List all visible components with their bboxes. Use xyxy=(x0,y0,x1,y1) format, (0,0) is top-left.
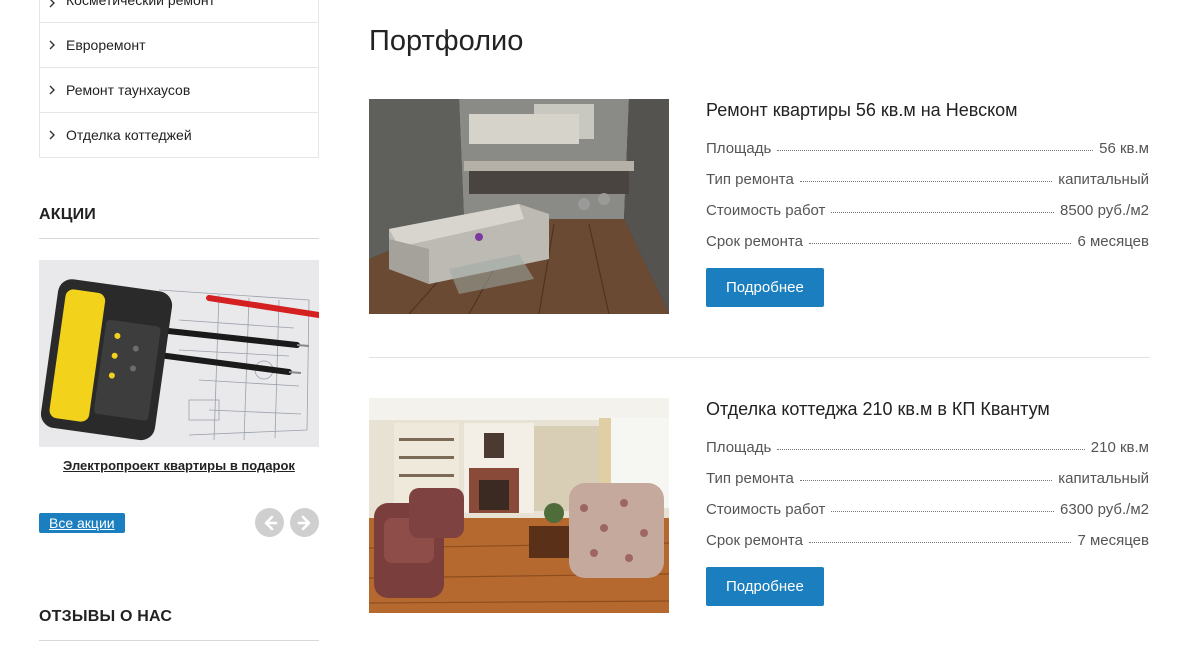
menu-item-label: Отделка коттеджей xyxy=(66,127,192,143)
reviews-heading: ОТЗЫВЫ О НАС xyxy=(39,608,319,641)
spec-value: 6300 руб./м2 xyxy=(1060,501,1149,518)
spec-label: Стоимость работ xyxy=(706,501,826,518)
all-promos-button[interactable]: Все акции xyxy=(39,513,125,533)
spec-leader xyxy=(831,511,1055,512)
spec-leader xyxy=(831,212,1055,213)
spec-value: 56 кв.м xyxy=(1099,140,1149,157)
spec-leader xyxy=(777,449,1085,450)
menu-item-cosmetic[interactable]: Косметический ремонт xyxy=(40,0,318,22)
spec-label: Площадь xyxy=(706,439,772,456)
arrow-left-icon[interactable] xyxy=(255,508,284,537)
chevron-right-icon xyxy=(48,85,66,95)
menu-item-townhouses[interactable]: Ремонт таунхаусов xyxy=(40,67,318,112)
menu-item-label: Евроремонт xyxy=(66,37,146,53)
spec-value: капитальный xyxy=(1058,171,1149,188)
arrow-right-icon[interactable] xyxy=(290,508,319,537)
spec-area: Площадь 56 кв.м xyxy=(706,126,1149,157)
menu-item-cottages[interactable]: Отделка коттеджей xyxy=(40,112,318,157)
portfolio-info: Ремонт квартиры 56 кв.м на Невском Площа… xyxy=(706,99,1149,307)
spec-leader xyxy=(799,480,1053,481)
portfolio-title[interactable]: Ремонт квартиры 56 кв.м на Невском xyxy=(706,100,1149,126)
portfolio-info: Отделка коттеджа 210 кв.м в КП Квантум П… xyxy=(706,398,1149,606)
spec-value: 210 кв.м xyxy=(1090,439,1149,456)
spec-leader xyxy=(808,542,1072,543)
spec-value: 8500 руб./м2 xyxy=(1060,202,1149,219)
spec-leader xyxy=(808,243,1072,244)
details-button[interactable]: Подробнее xyxy=(706,268,824,307)
spec-label: Стоимость работ xyxy=(706,202,826,219)
spec-duration: Срок ремонта 7 месяцев xyxy=(706,518,1149,549)
spec-leader xyxy=(799,181,1053,182)
spec-label: Срок ремонта xyxy=(706,532,803,549)
portfolio-title[interactable]: Отделка коттеджа 210 кв.м в КП Квантум xyxy=(706,399,1149,425)
promo-item-link[interactable]: Электропроект квартиры в подарок xyxy=(39,458,319,474)
page-title: Портфолио xyxy=(369,25,524,57)
portfolio-photo[interactable] xyxy=(369,398,669,613)
spec-label: Площадь xyxy=(706,140,772,157)
spec-cost: Стоимость работ 8500 руб./м2 xyxy=(706,188,1149,219)
spec-label: Тип ремонта xyxy=(706,470,794,487)
spec-area: Площадь 210 кв.м xyxy=(706,425,1149,456)
menu-item-euro[interactable]: Евроремонт xyxy=(40,22,318,67)
promos-heading: АКЦИИ xyxy=(39,206,319,239)
spec-type: Тип ремонта капитальный xyxy=(706,157,1149,188)
chevron-right-icon xyxy=(48,40,66,50)
portfolio-photo[interactable] xyxy=(369,99,669,314)
item-divider xyxy=(369,357,1150,358)
spec-duration: Срок ремонта 6 месяцев xyxy=(706,219,1149,250)
spec-label: Срок ремонта xyxy=(706,233,803,250)
details-button[interactable]: Подробнее xyxy=(706,567,824,606)
chevron-right-icon xyxy=(48,0,66,8)
spec-value: 7 месяцев xyxy=(1077,532,1149,549)
menu-item-label: Ремонт таунхаусов xyxy=(66,82,191,98)
spec-type: Тип ремонта капитальный xyxy=(706,456,1149,487)
services-menu: Косметический ремонт Евроремонт Ремонт т… xyxy=(39,0,319,158)
promo-carousel-controls xyxy=(255,508,319,537)
menu-item-label: Косметический ремонт xyxy=(66,0,215,8)
spec-value: капитальный xyxy=(1058,470,1149,487)
chevron-right-icon xyxy=(48,130,66,140)
spec-label: Тип ремонта xyxy=(706,171,794,188)
spec-value: 6 месяцев xyxy=(1077,233,1149,250)
sidebar: Косметический ремонт Евроремонт Ремонт т… xyxy=(39,0,319,641)
spec-cost: Стоимость работ 6300 руб./м2 xyxy=(706,487,1149,518)
promo-image[interactable] xyxy=(39,260,319,447)
spec-leader xyxy=(777,150,1094,151)
